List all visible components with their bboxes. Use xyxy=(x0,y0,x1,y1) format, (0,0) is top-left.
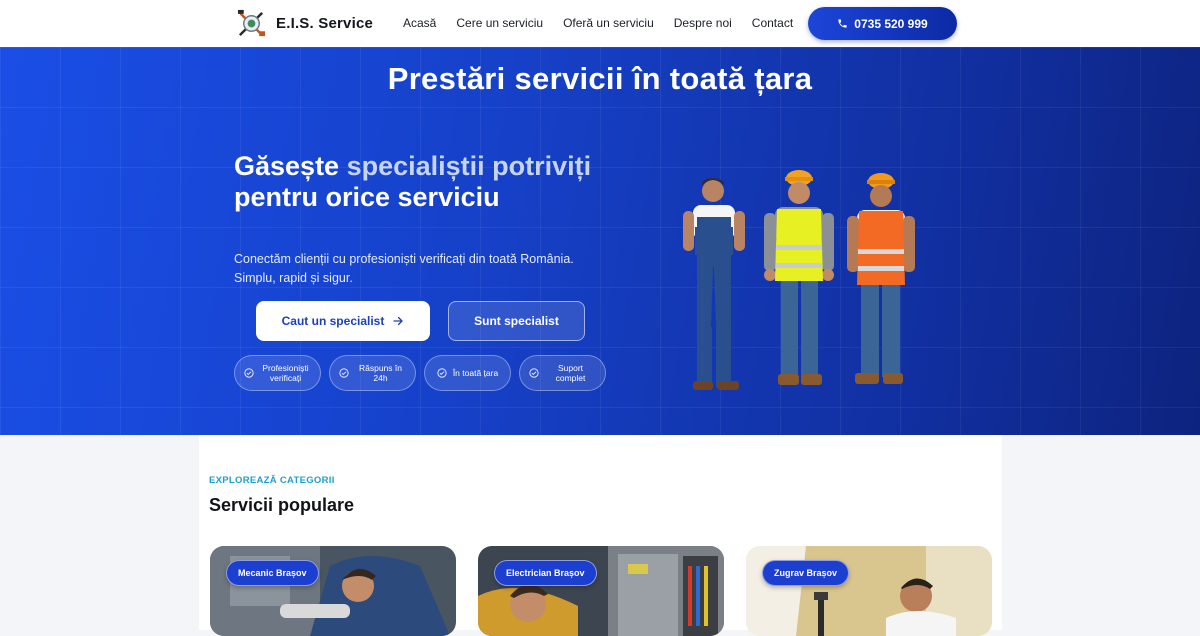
phone-button[interactable]: 0735 520 999 xyxy=(808,7,957,40)
badge-support: Suport complet xyxy=(519,355,606,391)
check-circle-icon xyxy=(243,368,254,378)
card-tag: Zugrav Brașov xyxy=(762,560,850,586)
nav-link-acasa[interactable]: Acasă xyxy=(403,16,436,30)
check-circle-icon xyxy=(338,368,349,378)
popular-services-section: EXPLOREAZĂ CATEGORII Servicii populare M… xyxy=(199,435,1002,636)
find-specialist-label: Caut un specialist xyxy=(281,314,385,328)
service-card-electrician[interactable]: Electrician Brașov xyxy=(478,546,724,636)
workers-illustration xyxy=(683,170,915,390)
hero-heading-part1: Găsește xyxy=(234,151,347,181)
tools-emblem-icon xyxy=(237,9,266,37)
worker-orange-vest xyxy=(847,173,915,384)
service-card-zugrav[interactable]: Zugrav Brașov xyxy=(746,546,992,636)
phone-number: 0735 520 999 xyxy=(854,16,928,31)
card-tag: Mecanic Brașov xyxy=(226,560,319,586)
nav-link-despre-noi[interactable]: Despre noi xyxy=(674,16,732,30)
nav-link-cere-serviciu[interactable]: Cere un serviciu xyxy=(456,16,543,30)
brand-name: E.I.S. Service xyxy=(276,15,374,32)
hero-subtitle: Conectăm clienții cu profesioniști verif… xyxy=(234,252,574,285)
top-navbar: E.I.S. Service Acasă Cere un serviciu Of… xyxy=(0,0,1200,47)
badge-label: Suport complet xyxy=(555,363,586,383)
badge-label: Răspuns în 24h xyxy=(359,363,402,383)
section-eyebrow: EXPLOREAZĂ CATEGORII xyxy=(209,475,335,486)
arrow-right-icon xyxy=(393,316,403,326)
hero-heading: Găsește specialiștii potriviți pentru or… xyxy=(234,151,614,213)
badge-label: Profesioniști verificați xyxy=(262,363,309,383)
i-am-specialist-label: Sunt specialist xyxy=(474,314,559,328)
check-circle-icon xyxy=(528,368,539,378)
nav-link-ofera-serviciu[interactable]: Oferă un serviciu xyxy=(563,16,654,30)
nav-link-contact[interactable]: Contact xyxy=(752,16,793,30)
hero-heading-part2: pentru orice serviciu xyxy=(234,182,500,212)
brand[interactable]: E.I.S. Service xyxy=(236,8,373,39)
i-am-specialist-button[interactable]: Sunt specialist xyxy=(448,301,585,341)
phone-icon xyxy=(838,19,847,28)
worker-overalls xyxy=(683,178,745,390)
service-card-mecanic[interactable]: Mecanic Brașov xyxy=(210,546,456,636)
card-tag: Electrician Brașov xyxy=(494,560,597,586)
badge-verified: Profesioniști verificați xyxy=(234,355,321,391)
section-title: Servicii populare xyxy=(209,495,355,515)
badge-response-24h: Răspuns în 24h xyxy=(329,355,416,391)
badge-label: În toată țara xyxy=(452,368,499,378)
hero-heading-highlight: specialiștii potriviți xyxy=(346,151,592,181)
main-menu: Acasă Cere un serviciu Oferă un serviciu… xyxy=(403,16,813,30)
worker-yellow-vest xyxy=(764,170,834,385)
hero-banner-title: Prestări servicii în toată țara xyxy=(387,61,813,96)
hero-badges: Profesioniști verificați Răspuns în 24h … xyxy=(234,355,606,391)
find-specialist-button[interactable]: Caut un specialist xyxy=(256,301,430,341)
hero: Prestări servicii în toată țara Găsește … xyxy=(0,47,1200,435)
check-circle-icon xyxy=(437,368,447,378)
badge-nationwide: În toată țara xyxy=(424,355,511,391)
